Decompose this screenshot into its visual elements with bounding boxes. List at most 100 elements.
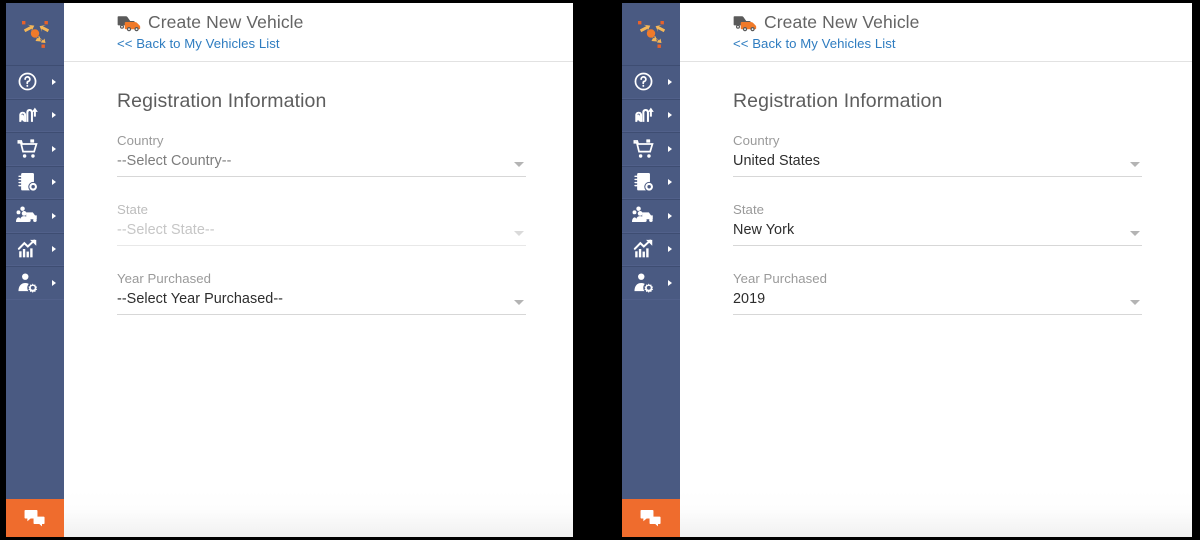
app-logo[interactable]: [6, 3, 64, 65]
country-select[interactable]: --Select Country--: [117, 153, 526, 177]
chevron-down-icon: [1130, 231, 1140, 236]
chat-bubbles-icon: [24, 510, 45, 527]
sidebar-item-fleet[interactable]: [6, 199, 64, 233]
sidebar-item-help[interactable]: [6, 65, 64, 99]
chevron-right-icon: [668, 212, 672, 219]
chevron-right-icon: [668, 112, 672, 119]
shopping-cart-icon: [631, 136, 656, 161]
page-title: Create New Vehicle: [148, 12, 304, 32]
chevron-down-icon: [514, 300, 524, 305]
chevron-right-icon: [52, 212, 56, 219]
field-year-purchased: Year Purchased --Select Year Purchased--: [117, 271, 526, 315]
field-value: --Select Year Purchased--: [117, 291, 284, 307]
app-logo[interactable]: [622, 3, 680, 65]
country-select[interactable]: United States: [733, 153, 1142, 177]
field-value: United States: [733, 153, 821, 169]
route-path-icon: [631, 103, 656, 128]
app-window-filled-state: Create New Vehicle << Back to My Vehicle…: [622, 3, 1192, 537]
sidebar-item-logs[interactable]: [6, 165, 64, 199]
route-arrows-logo-icon: [638, 21, 666, 48]
chevron-right-icon: [52, 112, 56, 119]
field-value: 2019: [733, 291, 766, 307]
sidebar-item-fleet[interactable]: [622, 199, 680, 233]
support-chat-button[interactable]: [6, 499, 64, 537]
back-to-vehicles-link[interactable]: << Back to My Vehicles List: [117, 36, 573, 51]
truck-team-icon: [631, 203, 656, 228]
section-title: Registration Information: [733, 90, 943, 112]
field-value: New York: [733, 222, 795, 238]
section-title: Registration Information: [117, 90, 327, 112]
back-to-vehicles-link[interactable]: << Back to My Vehicles List: [733, 36, 1192, 51]
chevron-right-icon: [52, 279, 56, 286]
footer-gradient: [64, 491, 573, 537]
sidebar-item-routes[interactable]: [6, 98, 64, 132]
sidebar-item-logs[interactable]: [622, 165, 680, 199]
growth-chart-icon: [15, 237, 40, 262]
route-arrows-logo-icon: [22, 21, 50, 48]
chevron-down-icon: [514, 162, 524, 167]
chevron-right-icon: [668, 246, 672, 253]
help-question-icon: [15, 69, 40, 94]
sidebar-nav: [6, 65, 64, 499]
sidebar-item-orders[interactable]: [622, 132, 680, 166]
sidebar: [622, 3, 680, 537]
support-chat-button[interactable]: [622, 499, 680, 537]
field-label: Country: [733, 133, 780, 148]
field-label: State: [117, 202, 149, 217]
sidebar-nav: [622, 65, 680, 499]
page-title: Create New Vehicle: [764, 12, 920, 32]
route-path-icon: [15, 103, 40, 128]
field-label: Country: [117, 133, 164, 148]
vehicle-truck-icon: [117, 16, 141, 32]
chevron-right-icon: [52, 179, 56, 186]
chevron-right-icon: [668, 179, 672, 186]
sidebar-item-reports[interactable]: [6, 232, 64, 266]
registration-form: Registration Information Country --Selec…: [64, 62, 573, 537]
footer-gradient: [680, 491, 1192, 537]
main-content: Create New Vehicle << Back to My Vehicle…: [680, 3, 1192, 537]
field-country: Country --Select Country--: [117, 133, 526, 177]
sidebar-item-help[interactable]: [622, 65, 680, 99]
field-label: State: [733, 202, 765, 217]
field-country: Country United States: [733, 133, 1142, 177]
chevron-down-icon: [1130, 300, 1140, 305]
state-select[interactable]: New York: [733, 222, 1142, 246]
state-select[interactable]: --Select State--: [117, 222, 526, 246]
field-year-purchased: Year Purchased 2019: [733, 271, 1142, 315]
field-value: --Select State--: [117, 222, 215, 238]
sidebar: [6, 3, 64, 537]
screenshot-stage: Create New Vehicle << Back to My Vehicle…: [0, 0, 1200, 540]
user-settings-icon: [631, 270, 656, 295]
truck-team-icon: [15, 203, 40, 228]
notebook-location-icon: [15, 170, 40, 195]
sidebar-item-orders[interactable]: [6, 132, 64, 166]
sidebar-item-settings[interactable]: [6, 266, 64, 300]
page-header: Create New Vehicle << Back to My Vehicle…: [680, 3, 1192, 62]
field-label: Year Purchased: [117, 271, 212, 286]
help-question-icon: [631, 69, 656, 94]
app-window-empty-state: Create New Vehicle << Back to My Vehicle…: [6, 3, 573, 537]
vehicle-truck-icon: [733, 16, 757, 32]
field-label: Year Purchased: [733, 271, 828, 286]
main-content: Create New Vehicle << Back to My Vehicle…: [64, 3, 573, 537]
chevron-right-icon: [668, 145, 672, 152]
sidebar-item-reports[interactable]: [622, 232, 680, 266]
growth-chart-icon: [631, 237, 656, 262]
chat-bubbles-icon: [640, 510, 661, 527]
chevron-right-icon: [52, 78, 56, 85]
chevron-down-icon: [1130, 162, 1140, 167]
chevron-right-icon: [52, 246, 56, 253]
notebook-location-icon: [631, 170, 656, 195]
sidebar-item-routes[interactable]: [622, 98, 680, 132]
year-purchased-select[interactable]: 2019: [733, 291, 1142, 315]
year-purchased-select[interactable]: --Select Year Purchased--: [117, 291, 526, 315]
chevron-right-icon: [668, 78, 672, 85]
user-settings-icon: [15, 270, 40, 295]
field-state: State New York: [733, 202, 1142, 246]
page-header: Create New Vehicle << Back to My Vehicle…: [64, 3, 573, 62]
registration-form: Registration Information Country United …: [680, 62, 1192, 537]
chevron-right-icon: [52, 145, 56, 152]
chevron-right-icon: [668, 279, 672, 286]
field-state: State --Select State--: [117, 202, 526, 246]
sidebar-item-settings[interactable]: [622, 266, 680, 300]
